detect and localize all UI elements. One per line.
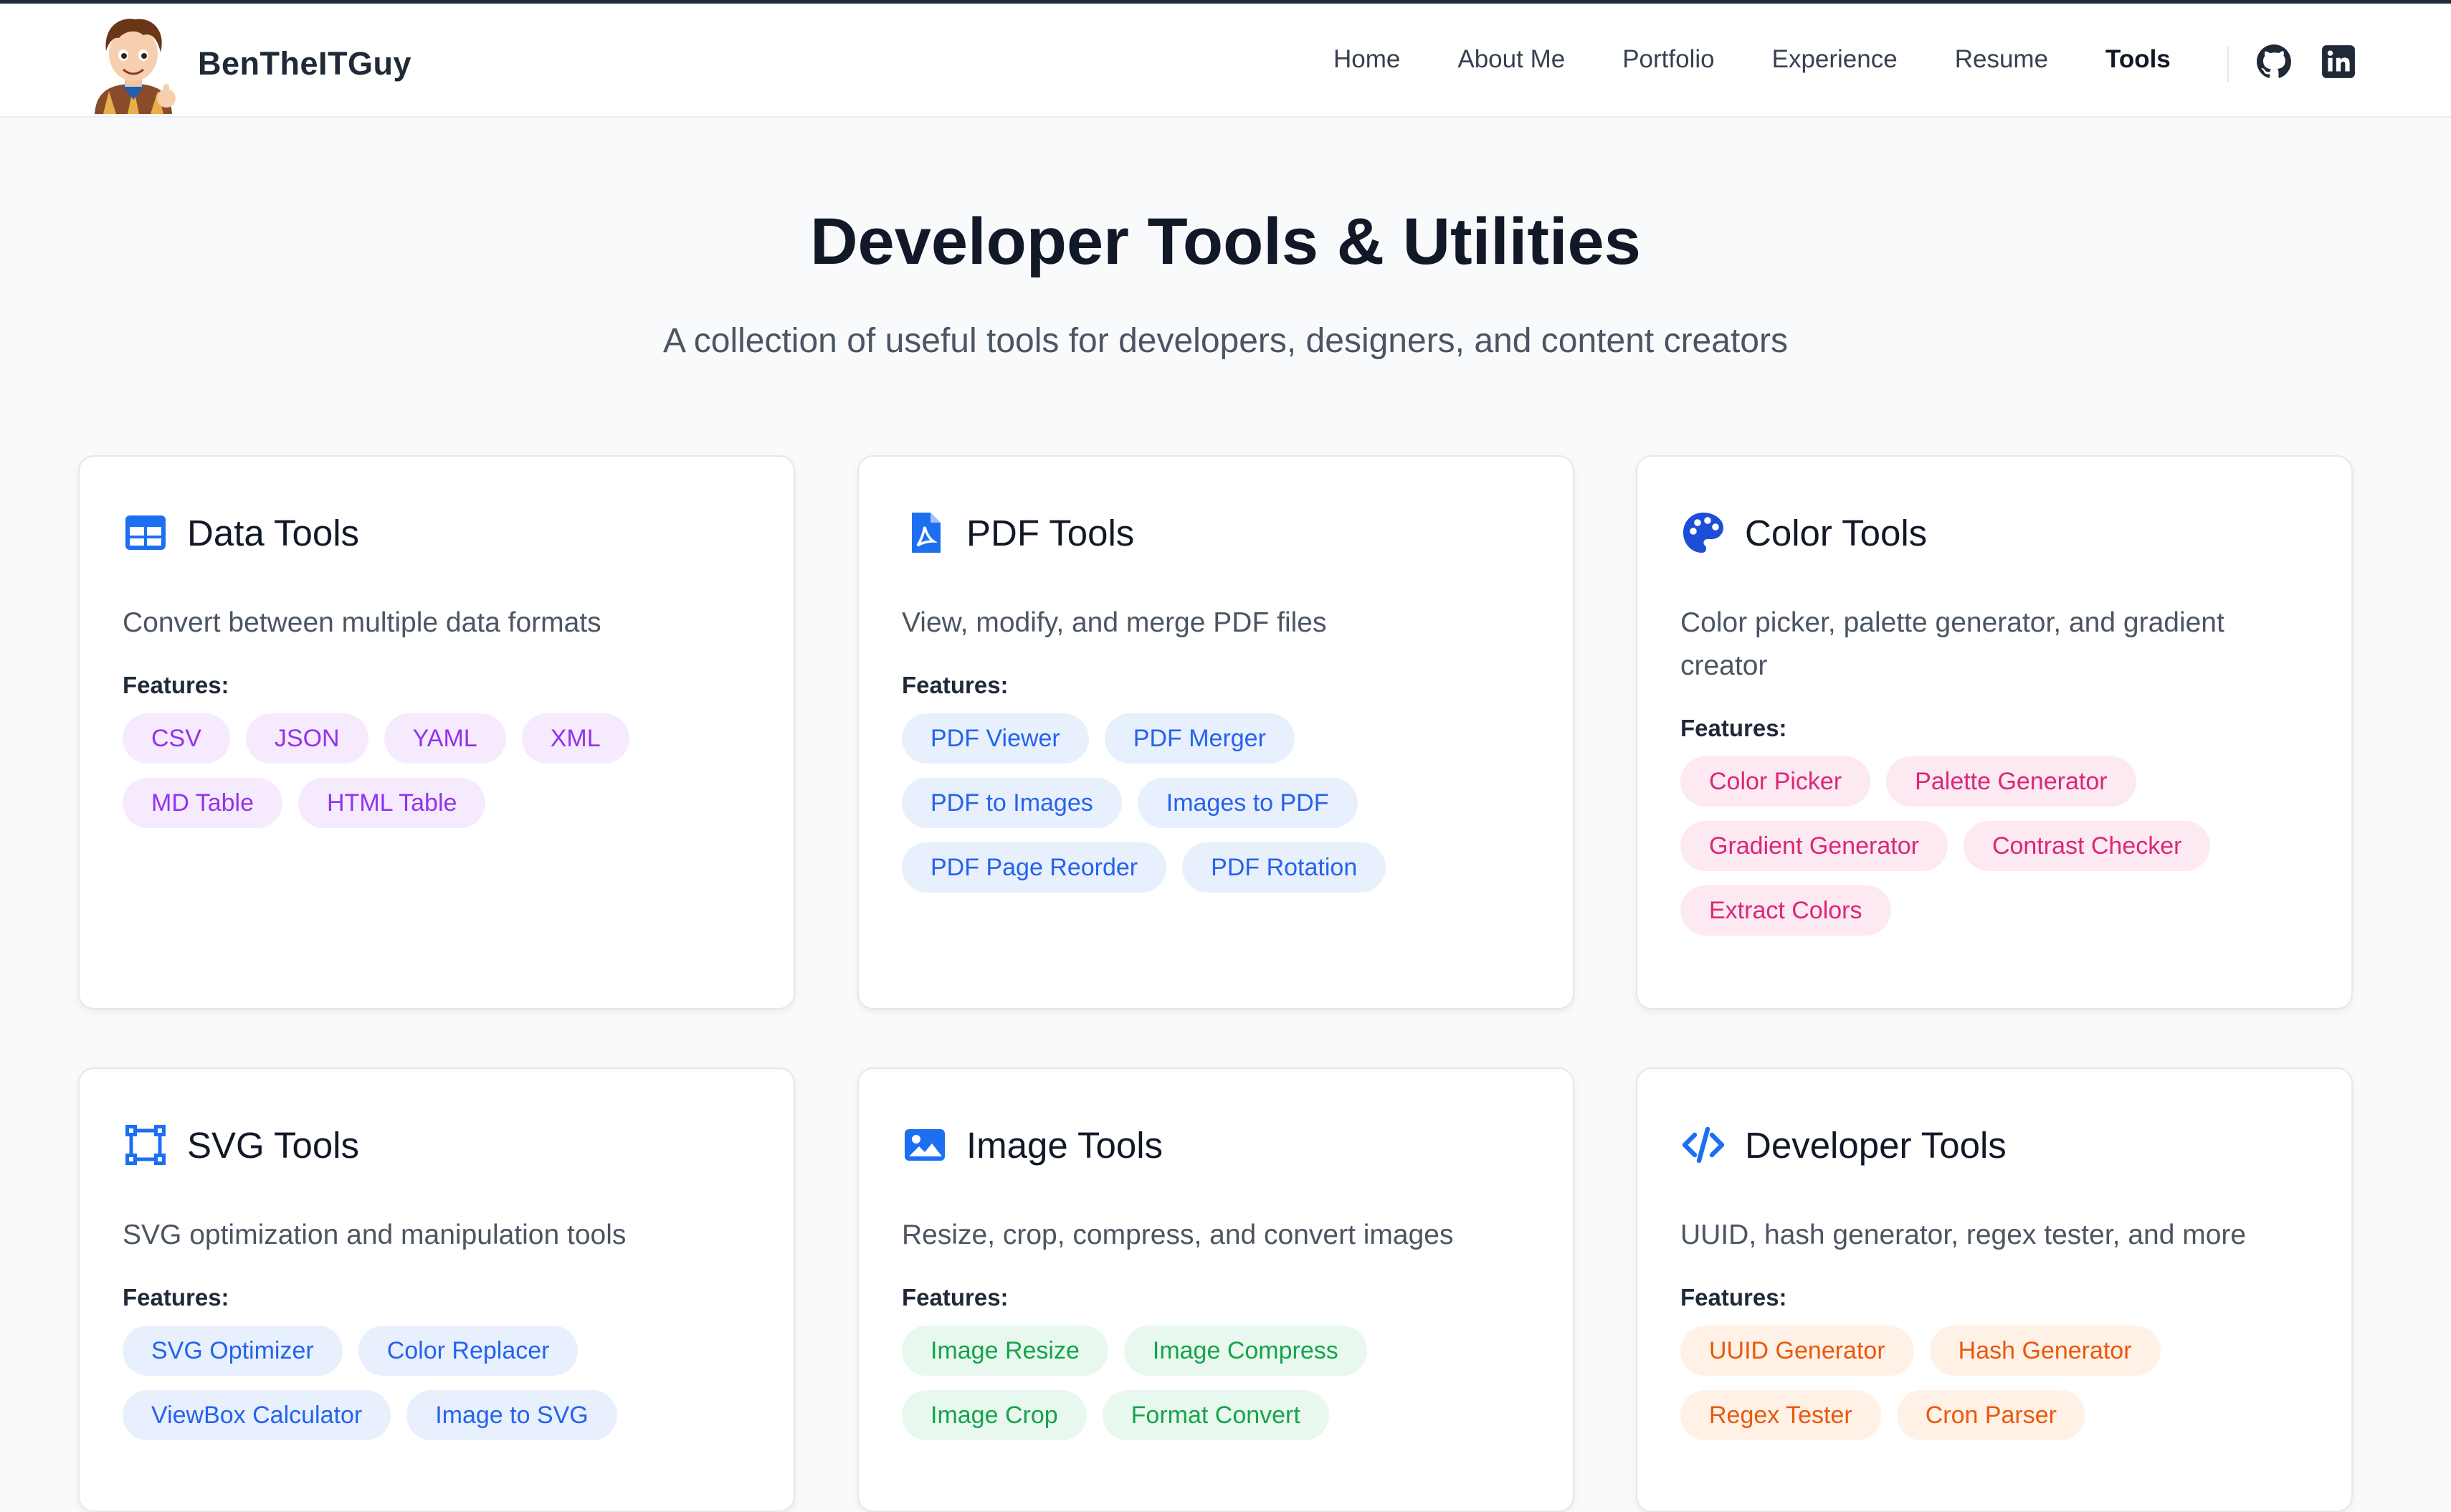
feature-tag[interactable]: Hash Generator	[1929, 1326, 2161, 1376]
brand-name: BenTheITGuy	[198, 45, 412, 82]
feature-tag[interactable]: PDF Viewer	[902, 713, 1089, 764]
feature-tag[interactable]: YAML	[384, 713, 506, 764]
feature-tag[interactable]: MD Table	[123, 778, 282, 828]
nav-about-me[interactable]: About Me	[1457, 45, 1565, 74]
card-color-tools[interactable]: Color Tools Color picker, palette genera…	[1636, 455, 2353, 1009]
feature-tag[interactable]: Palette Generator	[1886, 756, 2136, 807]
feature-tag[interactable]: Format Convert	[1102, 1390, 1329, 1440]
nav-tools[interactable]: Tools	[2105, 45, 2171, 74]
feature-tags: PDF Viewer PDF Merger PDF to Images Imag…	[902, 713, 1530, 907]
github-icon[interactable]	[2256, 44, 2292, 80]
card-title: Developer Tools	[1745, 1124, 2007, 1166]
feature-tag[interactable]: Image Compress	[1123, 1326, 1367, 1376]
features-label: Features:	[123, 1284, 229, 1311]
features-label: Features:	[1680, 715, 1787, 741]
feature-tag[interactable]: Gradient Generator	[1680, 821, 1948, 871]
feature-tag[interactable]: Cron Parser	[1896, 1390, 2085, 1440]
card-description: Resize, crop, compress, and convert imag…	[902, 1219, 1454, 1250]
main-nav: Home About Me Portfolio Experience Resum…	[1333, 45, 2228, 74]
feature-tag[interactable]: Color Picker	[1680, 756, 1871, 807]
linkedin-icon[interactable]	[2321, 44, 2356, 80]
feature-tag[interactable]: PDF Merger	[1104, 713, 1295, 764]
features-label: Features:	[902, 1284, 1009, 1311]
card-title: SVG Tools	[187, 1124, 360, 1166]
site-header: BenTheITGuy Home About Me Portfolio Expe…	[0, 4, 2451, 118]
feature-tag[interactable]: Image Resize	[902, 1326, 1108, 1376]
feature-tag[interactable]: Contrast Checker	[1963, 821, 2211, 871]
feature-tag[interactable]: Image to SVG	[406, 1390, 617, 1440]
features-label: Features:	[902, 672, 1009, 698]
vector-square-icon	[123, 1122, 168, 1168]
card-description: Convert between multiple data formats	[123, 607, 601, 638]
feature-tags: SVG Optimizer Color Replacer ViewBox Cal…	[123, 1326, 751, 1455]
page-title: Developer Tools & Utilities	[810, 205, 1641, 278]
card-title: Image Tools	[966, 1124, 1163, 1166]
card-title: Data Tools	[187, 512, 360, 553]
card-description: SVG optimization and manipulation tools	[123, 1219, 627, 1250]
card-image-tools[interactable]: Image Tools Resize, crop, compress, and …	[857, 1068, 1574, 1512]
card-developer-tools[interactable]: Developer Tools UUID, hash generator, re…	[1636, 1068, 2353, 1512]
feature-tags: Color Picker Palette Generator Gradient …	[1680, 756, 2308, 950]
card-title: PDF Tools	[966, 512, 1135, 553]
feature-tags: CSV JSON YAML XML MD Table HTML Table	[123, 713, 751, 842]
card-pdf-tools[interactable]: PDF Tools View, modify, and merge PDF fi…	[857, 455, 1574, 1009]
feature-tag[interactable]: JSON	[245, 713, 368, 764]
feature-tag[interactable]: Image Crop	[902, 1390, 1087, 1440]
feature-tag[interactable]: PDF Rotation	[1182, 842, 1386, 893]
nav-portfolio[interactable]: Portfolio	[1622, 45, 1714, 74]
feature-tag[interactable]: Regex Tester	[1680, 1390, 1881, 1440]
features-label: Features:	[123, 672, 229, 698]
feature-tag[interactable]: UUID Generator	[1680, 1326, 1914, 1376]
image-icon	[902, 1122, 948, 1168]
feature-tags: UUID Generator Hash Generator Regex Test…	[1680, 1326, 2308, 1455]
feature-tag[interactable]: XML	[521, 713, 629, 764]
card-description: View, modify, and merge PDF files	[902, 607, 1327, 638]
code-icon	[1680, 1122, 1726, 1168]
card-title: Color Tools	[1745, 512, 1928, 553]
card-svg-tools[interactable]: SVG Tools SVG optimization and manipulat…	[78, 1068, 795, 1512]
feature-tags: Image Resize Image Compress Image Crop F…	[902, 1326, 1530, 1455]
feature-tag[interactable]: CSV	[123, 713, 230, 764]
card-description: Color picker, palette generator, and gra…	[1680, 607, 2224, 681]
nav-home[interactable]: Home	[1333, 45, 1400, 74]
nav-resume[interactable]: Resume	[1955, 45, 2048, 74]
feature-tag[interactable]: SVG Optimizer	[123, 1326, 343, 1376]
card-description: UUID, hash generator, regex tester, and …	[1680, 1219, 2247, 1250]
feature-tag[interactable]: PDF to Images	[902, 778, 1122, 828]
card-data-tools[interactable]: Data Tools Convert between multiple data…	[78, 455, 795, 1009]
feature-tag[interactable]: Images to PDF	[1137, 778, 1358, 828]
nav-divider	[2227, 47, 2229, 82]
feature-tag[interactable]: Color Replacer	[358, 1326, 579, 1376]
feature-tag[interactable]: HTML Table	[298, 778, 486, 828]
avatar	[87, 14, 179, 114]
feature-tag[interactable]: ViewBox Calculator	[123, 1390, 391, 1440]
page-subtitle: A collection of useful tools for develop…	[663, 322, 1788, 360]
table-icon	[123, 510, 168, 556]
features-label: Features:	[1680, 1284, 1787, 1311]
palette-icon	[1680, 510, 1726, 556]
feature-tag[interactable]: Extract Colors	[1680, 885, 1891, 936]
pdf-file-icon	[902, 510, 948, 556]
brand[interactable]: BenTheITGuy	[87, 14, 411, 114]
nav-experience[interactable]: Experience	[1772, 45, 1898, 74]
feature-tag[interactable]: PDF Page Reorder	[902, 842, 1167, 893]
